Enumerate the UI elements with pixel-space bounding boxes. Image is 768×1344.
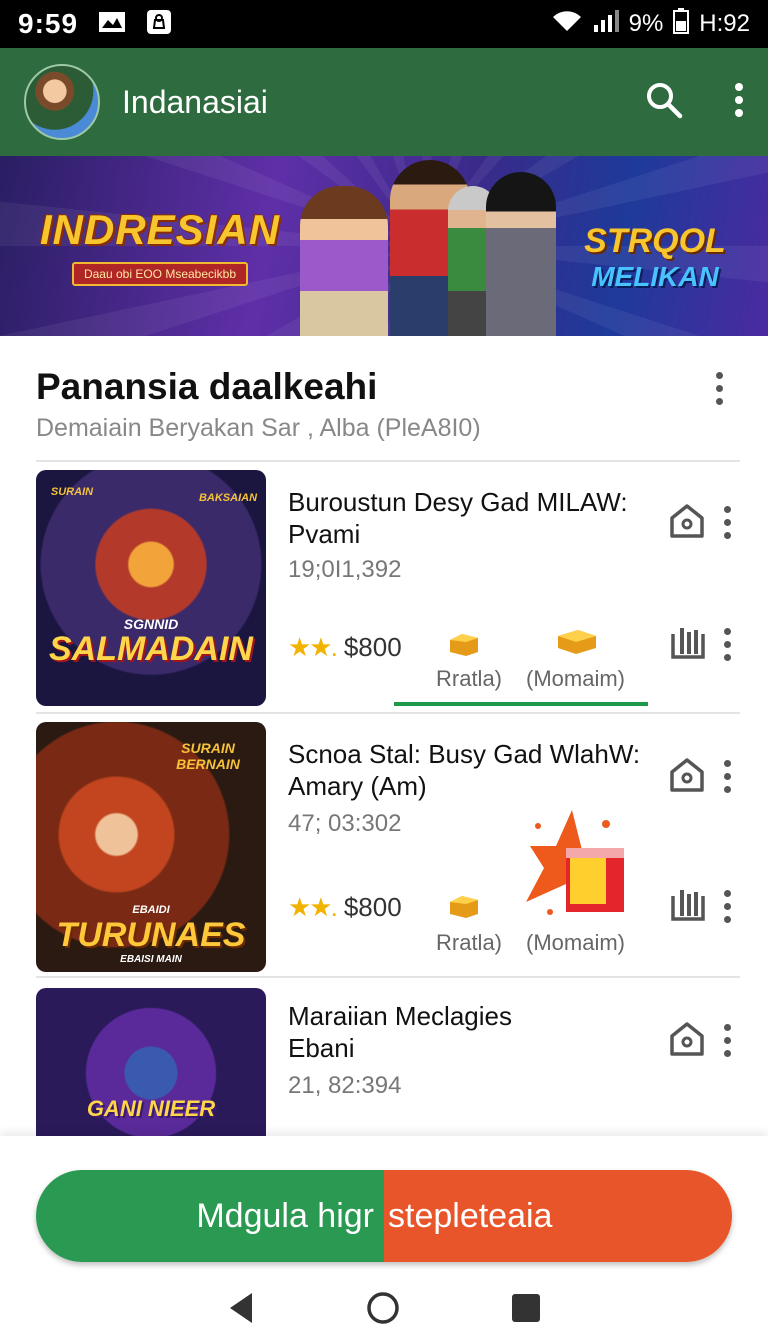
banner-logo-left: INDRESIAN Daau obi EOO Mseabecikbb <box>40 206 280 286</box>
recents-icon[interactable] <box>510 1292 542 1329</box>
game-thumbnail[interactable]: GANI NIEER <box>36 988 266 1136</box>
item-overflow-menu-icon[interactable] <box>724 506 732 545</box>
list-item[interactable]: SURAIN BAKSAIAN SGNNID SALMADAIN Buroust… <box>0 468 768 712</box>
battery-icon <box>673 7 690 41</box>
signal-icon <box>593 9 619 40</box>
section-title: Panansia daalkeahi <box>36 366 378 407</box>
status-bar: 9:59 9% H:92 <box>0 0 768 48</box>
item-title[interactable]: Scnoa Stal: Busy Gad WlahW: Amary (Am) <box>288 738 648 802</box>
gold-bar-icon <box>448 628 482 663</box>
search-icon[interactable] <box>644 80 684 125</box>
status-time: 9:59 <box>18 8 79 39</box>
hero-character-1 <box>300 186 388 336</box>
item-title[interactable]: Buroustun Desy Gad MILAW: Pvami <box>288 486 648 550</box>
item-rating: ★★. $800 <box>288 892 402 923</box>
option-rratla[interactable]: Rratla) <box>436 666 502 692</box>
item-overflow-menu-icon[interactable] <box>724 760 732 799</box>
thumb-corner-right: BAKSAIAN <box>198 492 258 504</box>
thumb-title: TURUNAES <box>56 916 246 954</box>
library-icon[interactable] <box>670 886 706 927</box>
banner-tagline: Daau obi EOO Mseabecikbb <box>71 262 249 286</box>
banner-logo-right-line2: MELIKAN <box>591 261 719 292</box>
home-nav-icon[interactable] <box>366 1291 400 1330</box>
thumb-corner-left: SURAIN BERNAIN <box>176 740 240 772</box>
section-overflow-menu-icon[interactable] <box>716 372 724 411</box>
divider <box>36 712 740 714</box>
item-rating: ★★. $800 <box>288 632 402 663</box>
banner-logo-right-line1: STRQOL <box>584 222 726 260</box>
item-title[interactable]: Maraiian Meclagies Ebani <box>288 1000 568 1064</box>
item-overflow-menu-icon-2[interactable] <box>724 628 732 667</box>
avatar[interactable] <box>24 64 100 140</box>
hero-character-4 <box>486 172 556 336</box>
divider <box>36 460 740 462</box>
star-rating: ★★. <box>288 632 338 662</box>
game-thumbnail[interactable]: SURAIN BERNAIN EBAIDI TURUNAES EBAISI MA… <box>36 722 266 972</box>
status-time-right: H:92 <box>699 10 750 37</box>
app-title: Indanasiai <box>122 83 268 120</box>
thumb-badge: EBAIDI <box>132 904 170 916</box>
game-thumbnail[interactable]: SURAIN BAKSAIAN SGNNID SALMADAIN <box>36 470 266 706</box>
library-icon[interactable] <box>670 624 706 665</box>
cta-button[interactable]: Mdgula higr stepleteaia <box>36 1170 732 1262</box>
gold-ingot-icon <box>556 626 598 661</box>
gallery-notification-icon <box>98 10 126 39</box>
app-bar: Indanasiai <box>0 48 768 156</box>
thumb-sub: EBAISI MAIN <box>120 954 182 965</box>
option-rratla[interactable]: Rratla) <box>436 930 502 956</box>
selection-underline <box>394 702 648 706</box>
item-count: 19;0I1,392 <box>288 556 402 583</box>
banner-logo-text: INDRESIAN <box>40 206 281 253</box>
battery-percent: 9% <box>628 10 664 37</box>
list-item[interactable]: GANI NIEER Maraiian Meclagies Ebani 21, … <box>0 984 768 1136</box>
item-price: $800 <box>343 892 402 922</box>
thumb-corner-left: SURAIN <box>50 486 94 498</box>
promo-banner[interactable]: INDRESIAN Daau obi EOO Mseabecikbb STRQO… <box>0 156 768 336</box>
cta-right-label[interactable]: stepleteaia <box>384 1170 732 1262</box>
thumb-title: GANI NIEER <box>86 1096 216 1121</box>
home-icon[interactable] <box>668 756 706 799</box>
system-nav-bar <box>0 1276 768 1344</box>
option-momaim[interactable]: (Momaim) <box>526 930 625 956</box>
gift-burst-icon <box>520 806 630 923</box>
item-count: 21, 82:394 <box>288 1072 402 1099</box>
option-momaim[interactable]: (Momaim) <box>526 666 625 692</box>
bottom-action-area: Mdgula higr stepleteaia <box>0 1136 768 1344</box>
banner-logo-right: STRQOL MELIKAN <box>560 222 750 293</box>
overflow-menu-icon[interactable] <box>734 82 744 123</box>
item-price: $800 <box>343 632 402 662</box>
gold-bar-icon <box>448 890 482 925</box>
bag-notification-icon <box>146 9 172 40</box>
item-overflow-menu-icon[interactable] <box>724 1024 732 1063</box>
list-item[interactable]: SURAIN BERNAIN EBAIDI TURUNAES EBAISI MA… <box>0 718 768 978</box>
thumb-title: SALMADAIN <box>49 630 253 668</box>
cta-left-label[interactable]: Mdgula higr <box>36 1170 384 1262</box>
home-icon[interactable] <box>668 502 706 545</box>
home-icon[interactable] <box>668 1020 706 1063</box>
item-count: 47; 03:302 <box>288 810 402 837</box>
divider <box>36 976 740 978</box>
wifi-icon <box>551 9 583 40</box>
section-subtitle: Demaiain Beryakan Sar , Alba (PleA8I0) <box>36 414 481 442</box>
star-rating: ★★. <box>288 892 338 922</box>
item-overflow-menu-icon-2[interactable] <box>724 890 732 929</box>
back-icon[interactable] <box>226 1291 256 1330</box>
